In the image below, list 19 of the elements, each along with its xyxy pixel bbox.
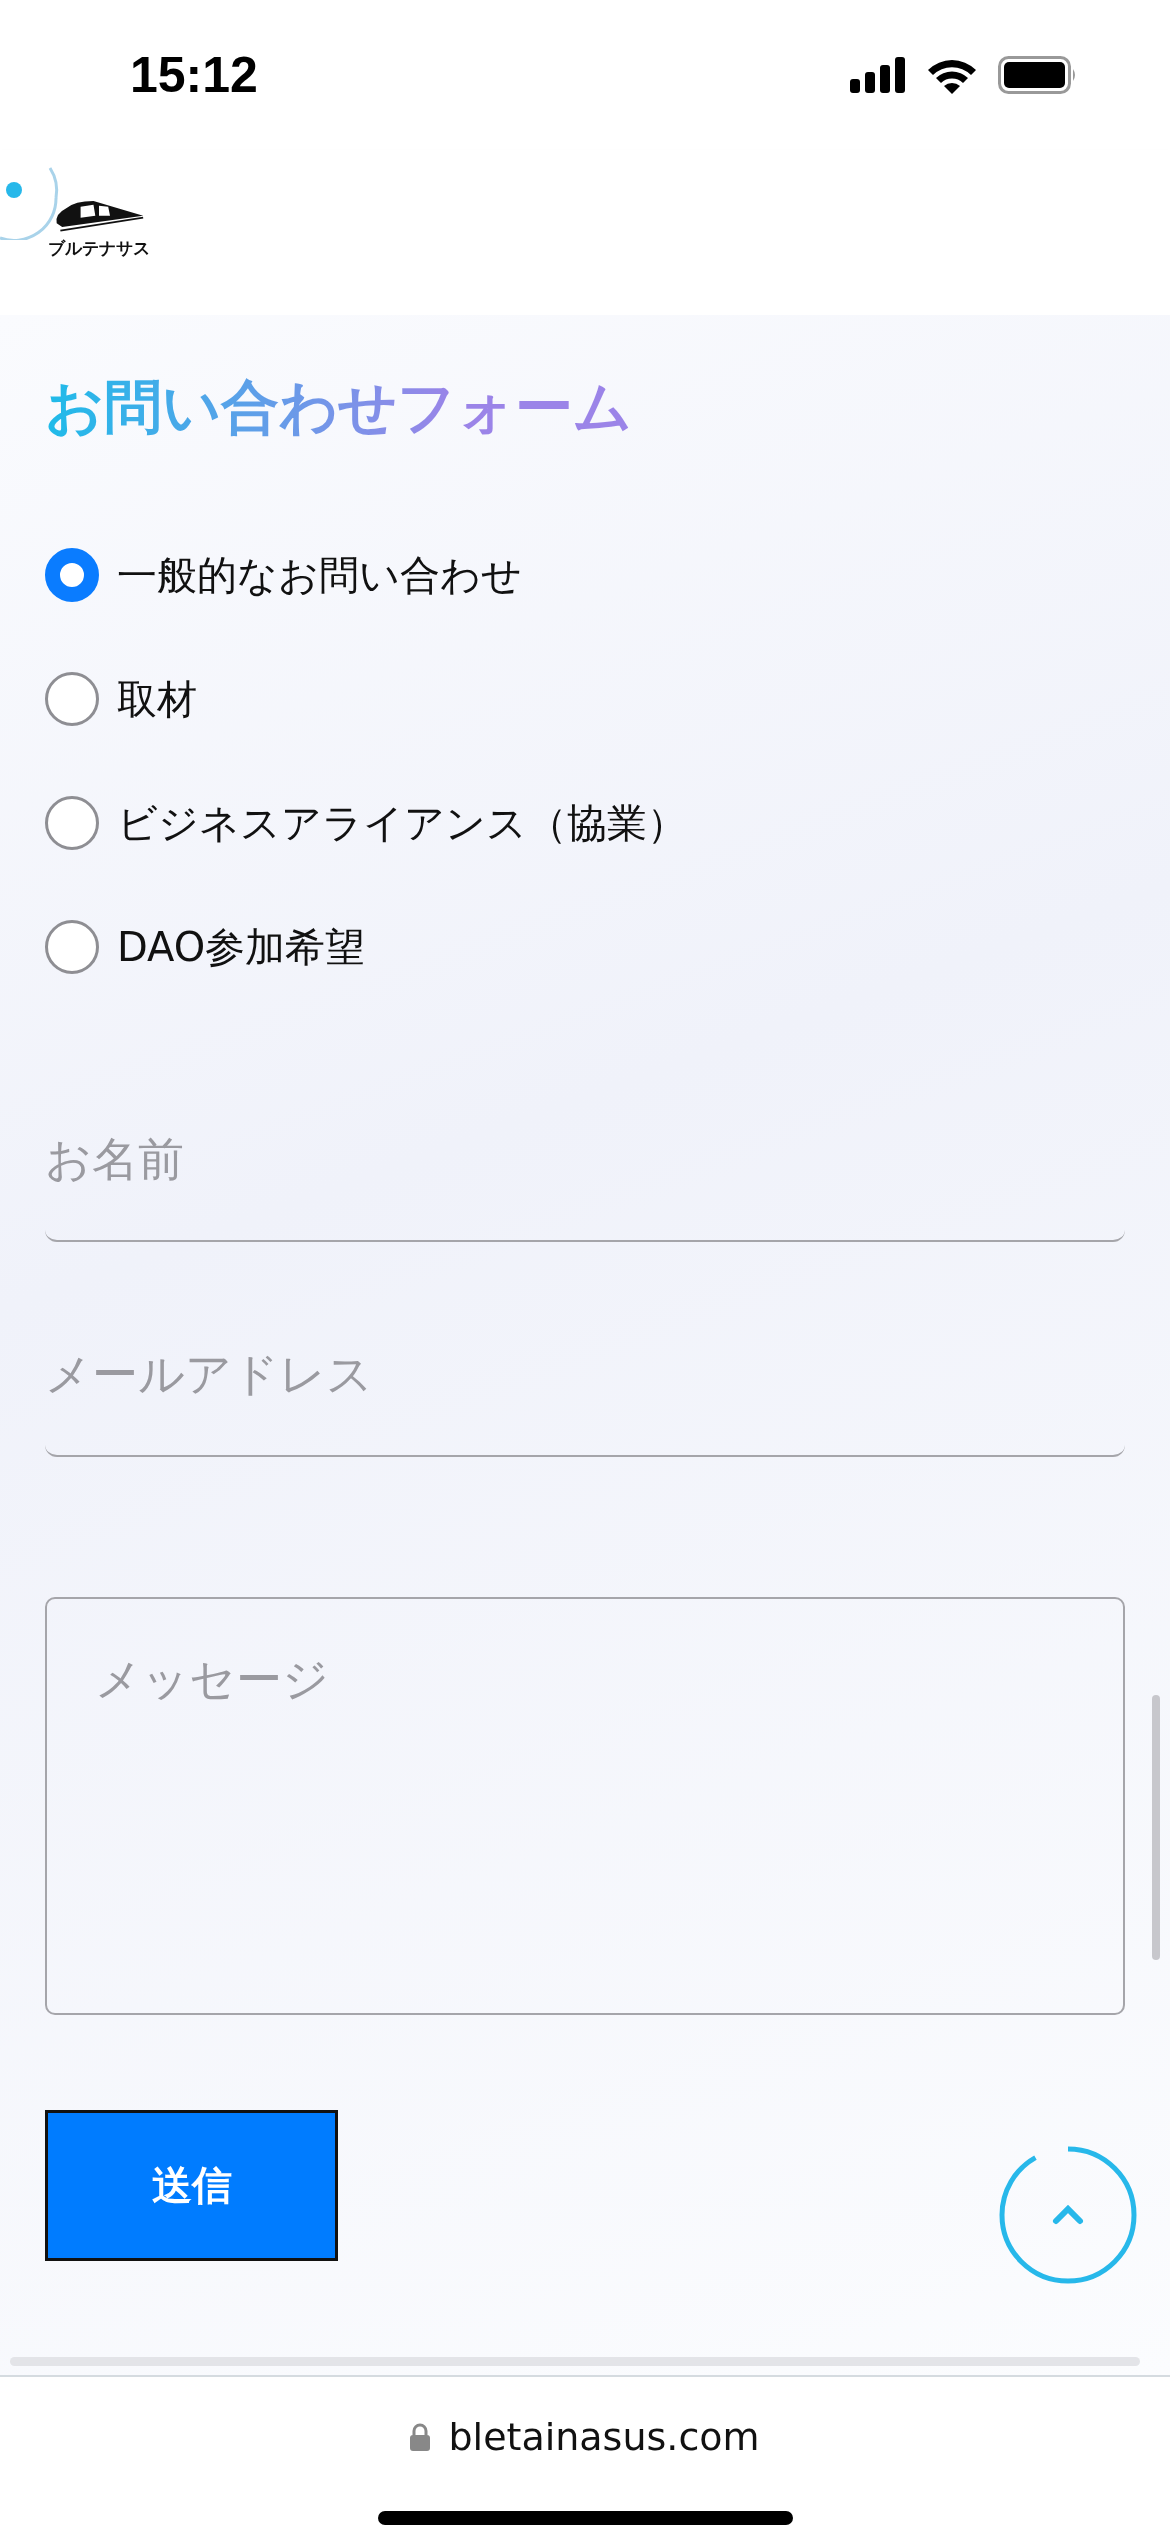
radio-label[interactable]: ビジネスアライアンス（協業） [117, 795, 687, 851]
text-field[interactable]: メールアドレス [45, 1292, 1125, 1458]
radio-button[interactable] [45, 796, 99, 851]
status-time: 15:12 [130, 46, 258, 104]
submit-button[interactable]: 送信 [45, 2109, 338, 2261]
radio-button[interactable] [45, 548, 99, 603]
logo-text: ブルテナサス [48, 237, 150, 260]
battery-icon [998, 56, 1078, 94]
radio-label[interactable]: 取材 [117, 671, 197, 727]
radio-button[interactable] [45, 920, 99, 975]
url-text[interactable]: bletainasus.com [448, 2415, 760, 2459]
radio-label[interactable]: DAO参加希望 [117, 919, 366, 975]
scroll-top-button[interactable] [998, 2145, 1138, 2286]
signal-icon [850, 57, 906, 93]
text-field[interactable]: お名前 [45, 1077, 1125, 1243]
message-field[interactable]: メッセージ [45, 1597, 1125, 2016]
radio-button[interactable] [45, 672, 99, 727]
lock-icon [410, 2423, 431, 2451]
radio-label[interactable]: 一般的なお問い合わせ [117, 547, 522, 603]
